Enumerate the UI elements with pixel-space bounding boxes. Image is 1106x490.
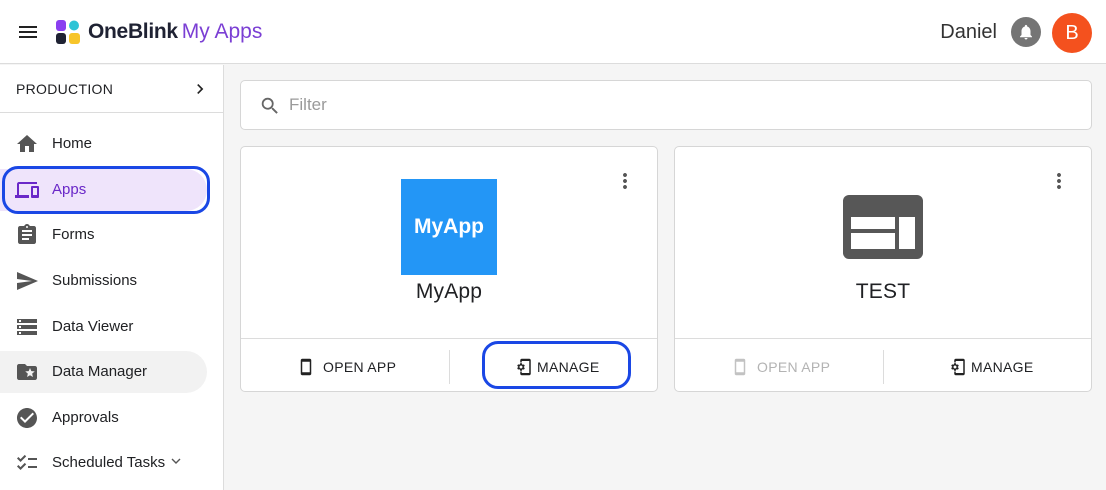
sidebar-item-text: Scheduled Tasks bbox=[52, 454, 166, 471]
more-vert-icon[interactable] bbox=[1047, 169, 1071, 193]
sidebar-item-data-viewer[interactable]: Data Viewer bbox=[0, 306, 207, 348]
manage-label: MANAGE bbox=[537, 359, 600, 375]
filter-box[interactable] bbox=[240, 80, 1092, 130]
sidebar-item-label: Submissions bbox=[52, 272, 138, 289]
smartphone-icon bbox=[300, 358, 312, 376]
sidebar-item-scheduled-tasks[interactable]: Scheduled Tasks bbox=[0, 442, 207, 484]
app-card-body[interactable]: TEST bbox=[675, 147, 1091, 339]
search-icon bbox=[261, 97, 278, 114]
open-app-button[interactable]: OPEN APP bbox=[241, 340, 449, 392]
folder-special-icon bbox=[17, 364, 37, 380]
brand-name: OneBlink bbox=[88, 20, 178, 43]
card-actions: OPEN APP MANAGE bbox=[241, 340, 657, 392]
app-name: TEST bbox=[855, 280, 911, 303]
app-card-body[interactable]: MyApp MyApp bbox=[241, 147, 657, 339]
open-app-label: OPEN APP bbox=[323, 359, 397, 375]
sidebar-item-apps[interactable]: Apps bbox=[0, 169, 207, 211]
sidebar-item-home[interactable]: Home bbox=[0, 123, 207, 165]
manage-button[interactable]: MANAGE bbox=[883, 340, 1091, 392]
sidebar-item-forms[interactable]: Forms bbox=[0, 214, 207, 256]
send-icon bbox=[17, 272, 38, 290]
filter-input[interactable] bbox=[289, 93, 1069, 117]
sidebar-item-approvals[interactable]: Approvals bbox=[0, 397, 207, 439]
app-card-myapp: MyApp MyApp OPEN APP MANAGE bbox=[240, 146, 658, 392]
check-circle-icon bbox=[17, 408, 37, 428]
environment-label: PRODUCTION bbox=[16, 81, 114, 97]
notifications-bell-icon[interactable] bbox=[1011, 17, 1041, 47]
sidebar-item-submissions[interactable]: Submissions bbox=[0, 260, 207, 302]
storage-icon bbox=[17, 319, 37, 335]
menu-icon[interactable] bbox=[16, 20, 40, 44]
sidebar-item-label: Forms bbox=[52, 226, 95, 243]
chevron-right-icon bbox=[197, 84, 204, 94]
smartphone-icon bbox=[734, 358, 746, 376]
home-icon bbox=[17, 135, 37, 152]
username[interactable]: Daniel bbox=[940, 19, 997, 45]
environment-selector[interactable]: PRODUCTION bbox=[0, 65, 223, 113]
sidebar-item-data-manager[interactable]: Data Manager bbox=[0, 351, 207, 393]
sidebar: PRODUCTION Home Apps Forms Submissions D… bbox=[0, 65, 224, 490]
sidebar-item-label: Data Manager bbox=[52, 363, 148, 380]
clipboard-icon bbox=[18, 224, 36, 244]
more-vert-icon[interactable] bbox=[613, 169, 637, 193]
open-app-button[interactable]: OPEN APP bbox=[675, 340, 883, 392]
avatar[interactable]: B bbox=[1052, 13, 1092, 53]
sidebar-item-label: Apps bbox=[52, 181, 87, 198]
phonelink-setup-icon bbox=[951, 358, 965, 376]
app-logo: MyApp bbox=[401, 179, 497, 275]
app-bar: OneBlink My Apps Daniel B bbox=[0, 0, 1106, 64]
sidebar-item-label: Data Viewer bbox=[52, 318, 134, 335]
app-title: OneBlink My Apps bbox=[88, 18, 262, 46]
card-actions: OPEN APP MANAGE bbox=[675, 340, 1091, 392]
app-card-test: TEST OPEN APP MANAGE bbox=[674, 146, 1092, 392]
app-name: MyApp bbox=[415, 280, 483, 303]
devices-icon bbox=[15, 182, 39, 198]
manage-button[interactable]: MANAGE bbox=[449, 340, 657, 392]
sidebar-item-label: Approvals bbox=[52, 409, 119, 426]
checklist-icon bbox=[17, 454, 37, 470]
web-layout-icon bbox=[843, 195, 923, 259]
phonelink-setup-icon bbox=[517, 358, 531, 376]
sidebar-item-label: Home bbox=[52, 135, 93, 152]
brand-subtitle: My Apps bbox=[181, 20, 263, 43]
manage-label: MANAGE bbox=[971, 359, 1034, 375]
sidebar-item-label: Scheduled Tasks bbox=[52, 454, 181, 472]
oneblink-logo-icon bbox=[56, 20, 80, 44]
chevron-down-icon bbox=[171, 458, 181, 464]
open-app-label: OPEN APP bbox=[757, 359, 831, 375]
